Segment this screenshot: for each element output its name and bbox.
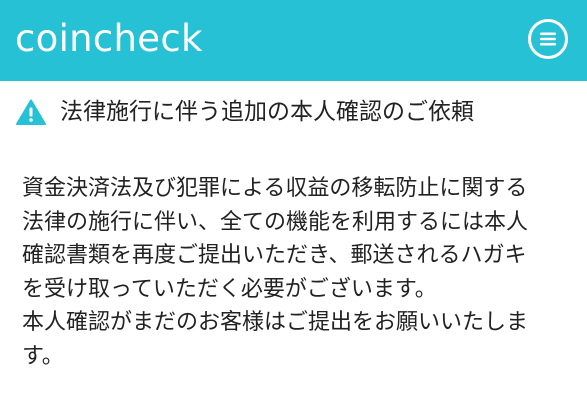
app-screen: coincheck 法律施行に伴う追加の本人確認のご依頼 資金決済法及び犯罪によ… [0,0,587,400]
notice-heading: 法律施行に伴う追加の本人確認のご依頼 [16,95,474,129]
notice-body-line: す。 [22,343,64,369]
notice-body-line: を受け取っていただく必要がございます。 [22,276,437,302]
warning-triangle-icon [16,99,46,125]
app-header: coincheck [0,0,587,81]
hamburger-menu-icon [540,32,556,46]
brand-logo[interactable]: coincheck [15,14,203,64]
notice-body-line: 資金決済法及び犯罪による収益の移転防止に関する [22,176,528,201]
menu-button[interactable] [528,19,568,59]
notice-body: 資金決済法及び犯罪による収益の移転防止に関する 法律の施行に伴い、全ての機能を利… [22,172,582,373]
notice-body-line: 法律の施行に伴い、全ての機能を利用するには本人 [22,209,529,235]
notice-title: 法律施行に伴う追加の本人確認のご依頼 [60,99,474,125]
notice-body-line: 確認書類を再度ご提出いただき、郵送されるハガキ [22,243,527,268]
notice-body-line: 本人確認がまだのお客様はご提出をお願いいたしま [22,310,529,335]
